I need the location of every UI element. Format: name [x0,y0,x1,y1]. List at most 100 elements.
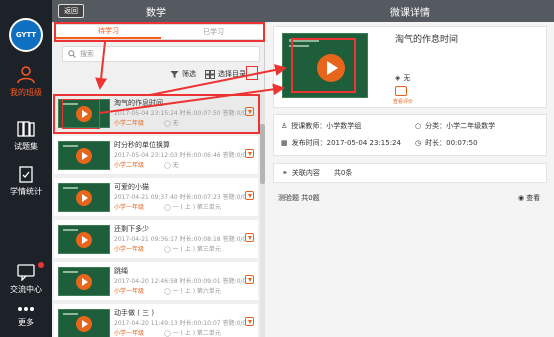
item-date: 2017-04-20 11:49:13 [114,320,178,327]
funnel-icon [170,70,179,78]
item-unit: ◯ 一 ( 上 ) 第六单元 [164,288,221,295]
detail-header: 微课详情 [265,0,554,22]
nav-my-class-label: 我的班级 [10,88,42,97]
annotation-box-filter [246,66,258,80]
download-icon[interactable] [245,191,254,200]
teacher-icon: ♙ [281,122,288,130]
item-answer-count: 答题:0/0 [222,278,247,285]
person-icon [17,66,35,84]
app-logo: GYTT [9,18,43,52]
item-title: 跳绳 [114,267,128,275]
more-dots-icon [18,307,34,311]
item-unit: ◯ 一 ( 上 ) 第三单元 [164,246,221,253]
item-title: 时分秒的单位换算 [114,141,170,149]
publish-time-text: 发布时间：2017-05-04 23:15:24 [291,139,401,147]
play-icon[interactable] [76,274,92,290]
download-icon[interactable] [245,233,254,242]
duration-info: ◷ 时长：00:07:50 [415,138,478,148]
grid-icon [205,69,215,79]
subject-title: 数学 [146,8,166,19]
list-item[interactable]: 跳绳 2017-04-20 12:46:58 时长:00:09:01 答题:0/… [54,262,258,301]
item-meta: 2017-04-21 09:36:17 时长:00:08:18 答题:0/0 [114,234,246,243]
list-item[interactable]: 可爱的小猫 2017-04-21 09:37:40 时长:00:07:23 答题… [54,178,258,217]
item-unit-text: 一 ( 上 ) 第二单元 [172,330,221,337]
clock-icon: ◷ [415,139,422,147]
search-input[interactable]: 搜索 [62,46,260,62]
item-meta: 2017-04-20 11:49:13 时长:00:10:07 答题:0/0 [114,318,246,327]
item-grade-tag: 小学一年级 [114,288,145,295]
publish-time-info: ▦ 发布时间：2017-05-04 23:15:24 [281,138,401,148]
play-icon[interactable] [76,190,92,206]
category-icon: ○ [415,122,422,130]
play-icon[interactable] [76,232,92,248]
nav-learning-stats[interactable]: 学情统计 [0,165,52,197]
nav-learning-stats-label: 学情统计 [10,187,42,196]
category-text: 分类：小学二年级数学 [425,122,496,130]
tag-icon: ◈ [395,74,401,82]
play-icon[interactable] [76,148,92,164]
video-tag: ◈ 无 [395,73,410,83]
nav-my-class[interactable]: 我的班级 [0,66,52,98]
select-directory-button[interactable]: 选择目录 [218,69,246,79]
filter-button[interactable]: 筛选 [182,69,196,79]
duration-text: 时长：00:07:50 [425,139,478,147]
item-answer-count: 答题:0/0 [222,152,247,159]
item-grade-tag: 小学一年级 [114,330,145,337]
link-icon: ⚭ [282,169,288,177]
calendar-icon: ▦ [281,139,288,147]
report-icon[interactable] [395,86,407,96]
search-icon [68,50,76,58]
detail-panel: 微课详情 淘气的作息时间 ◈ 无 查看评价 ♙ 授课教师：小学数学组 ○ 分类：小学二… [265,0,554,337]
item-unit-text: 一 ( 上 ) 第三单元 [172,246,221,253]
notification-dot [38,262,44,268]
item-unit: ◯ 无 [164,162,179,169]
item-duration: 时长:00:07:23 [179,194,221,201]
view-evaluation-link[interactable]: 查看评价 [393,98,413,105]
item-duration: 时长:00:08:18 [179,236,221,243]
item-unit: ◯ 一 ( 上 ) 第二单元 [164,330,221,337]
video-tag-label: 无 [403,74,411,82]
nav-more-label: 更多 [18,318,34,327]
download-icon[interactable] [245,149,254,158]
video-thumbnail [58,183,110,212]
item-unit: ◯ 一 ( 上 ) 第三单元 [164,204,221,211]
teacher-info: ♙ 授课教师：小学数学组 [281,121,361,131]
list-item[interactable]: 还剩下多少 2017-04-21 09:36:17 时长:00:08:18 答题… [54,220,258,259]
eye-icon: ◉ [518,194,525,202]
item-meta: 2017-05-04 23:12:03 时长:00:06:46 答题:0/0 [114,150,246,159]
list-item[interactable]: 动手做 ( 三 ) 2017-04-20 11:49:13 时长:00:10:0… [54,304,258,337]
video-thumbnail [58,225,110,254]
view-button[interactable]: ◉ 查看 [518,193,540,203]
back-button[interactable]: 返回 [58,4,84,18]
play-icon[interactable] [76,316,92,332]
teacher-text: 授课教师：小学数学组 [291,122,362,130]
related-label: 关联内容 [291,169,320,177]
item-date: 2017-04-20 12:46:58 [114,278,178,285]
item-duration: 时长:00:09:01 [179,278,221,285]
nav-question-set[interactable]: 试题集 [0,120,52,152]
annotation-box-play [62,99,100,129]
nav-more[interactable]: 更多 [0,304,52,328]
category-info: ○ 分类：小学二年级数学 [415,121,495,131]
item-title: 可爱的小猫 [114,183,149,191]
item-grade-tag: 小学一年级 [114,246,145,253]
related-count: 共0条 [333,169,353,177]
annotation-box-preview [291,38,356,93]
list-item[interactable]: 时分秒的单位换算 2017-05-04 23:12:03 时长:00:06:46… [54,136,258,175]
related-content-row[interactable]: ⚭ 关联内容 共0条 [273,163,547,183]
item-grade-tag: 小学一年级 [114,204,145,211]
download-icon[interactable] [245,317,254,326]
item-unit-text: 无 [172,162,179,169]
video-title: 淘气的作息时间 [395,35,459,45]
item-title: 动手做 ( 三 ) [114,309,155,317]
nav-communication-label: 交流中心 [10,285,42,294]
item-title: 还剩下多少 [114,225,149,233]
nav-communication[interactable]: 交流中心 [0,263,52,295]
item-answer-count: 答题:0/0 [222,320,247,327]
item-duration: 时长:00:10:07 [179,320,221,327]
download-icon[interactable] [245,275,254,284]
sidebar: GYTT 我的班级 试题集 学情统计 交流中心 更多 [0,0,52,337]
item-meta: 2017-04-21 09:37:40 时长:00:07:23 答题:0/0 [114,192,246,201]
item-answer-count: 答题:0/0 [222,236,247,243]
search-placeholder: 搜索 [80,50,94,58]
